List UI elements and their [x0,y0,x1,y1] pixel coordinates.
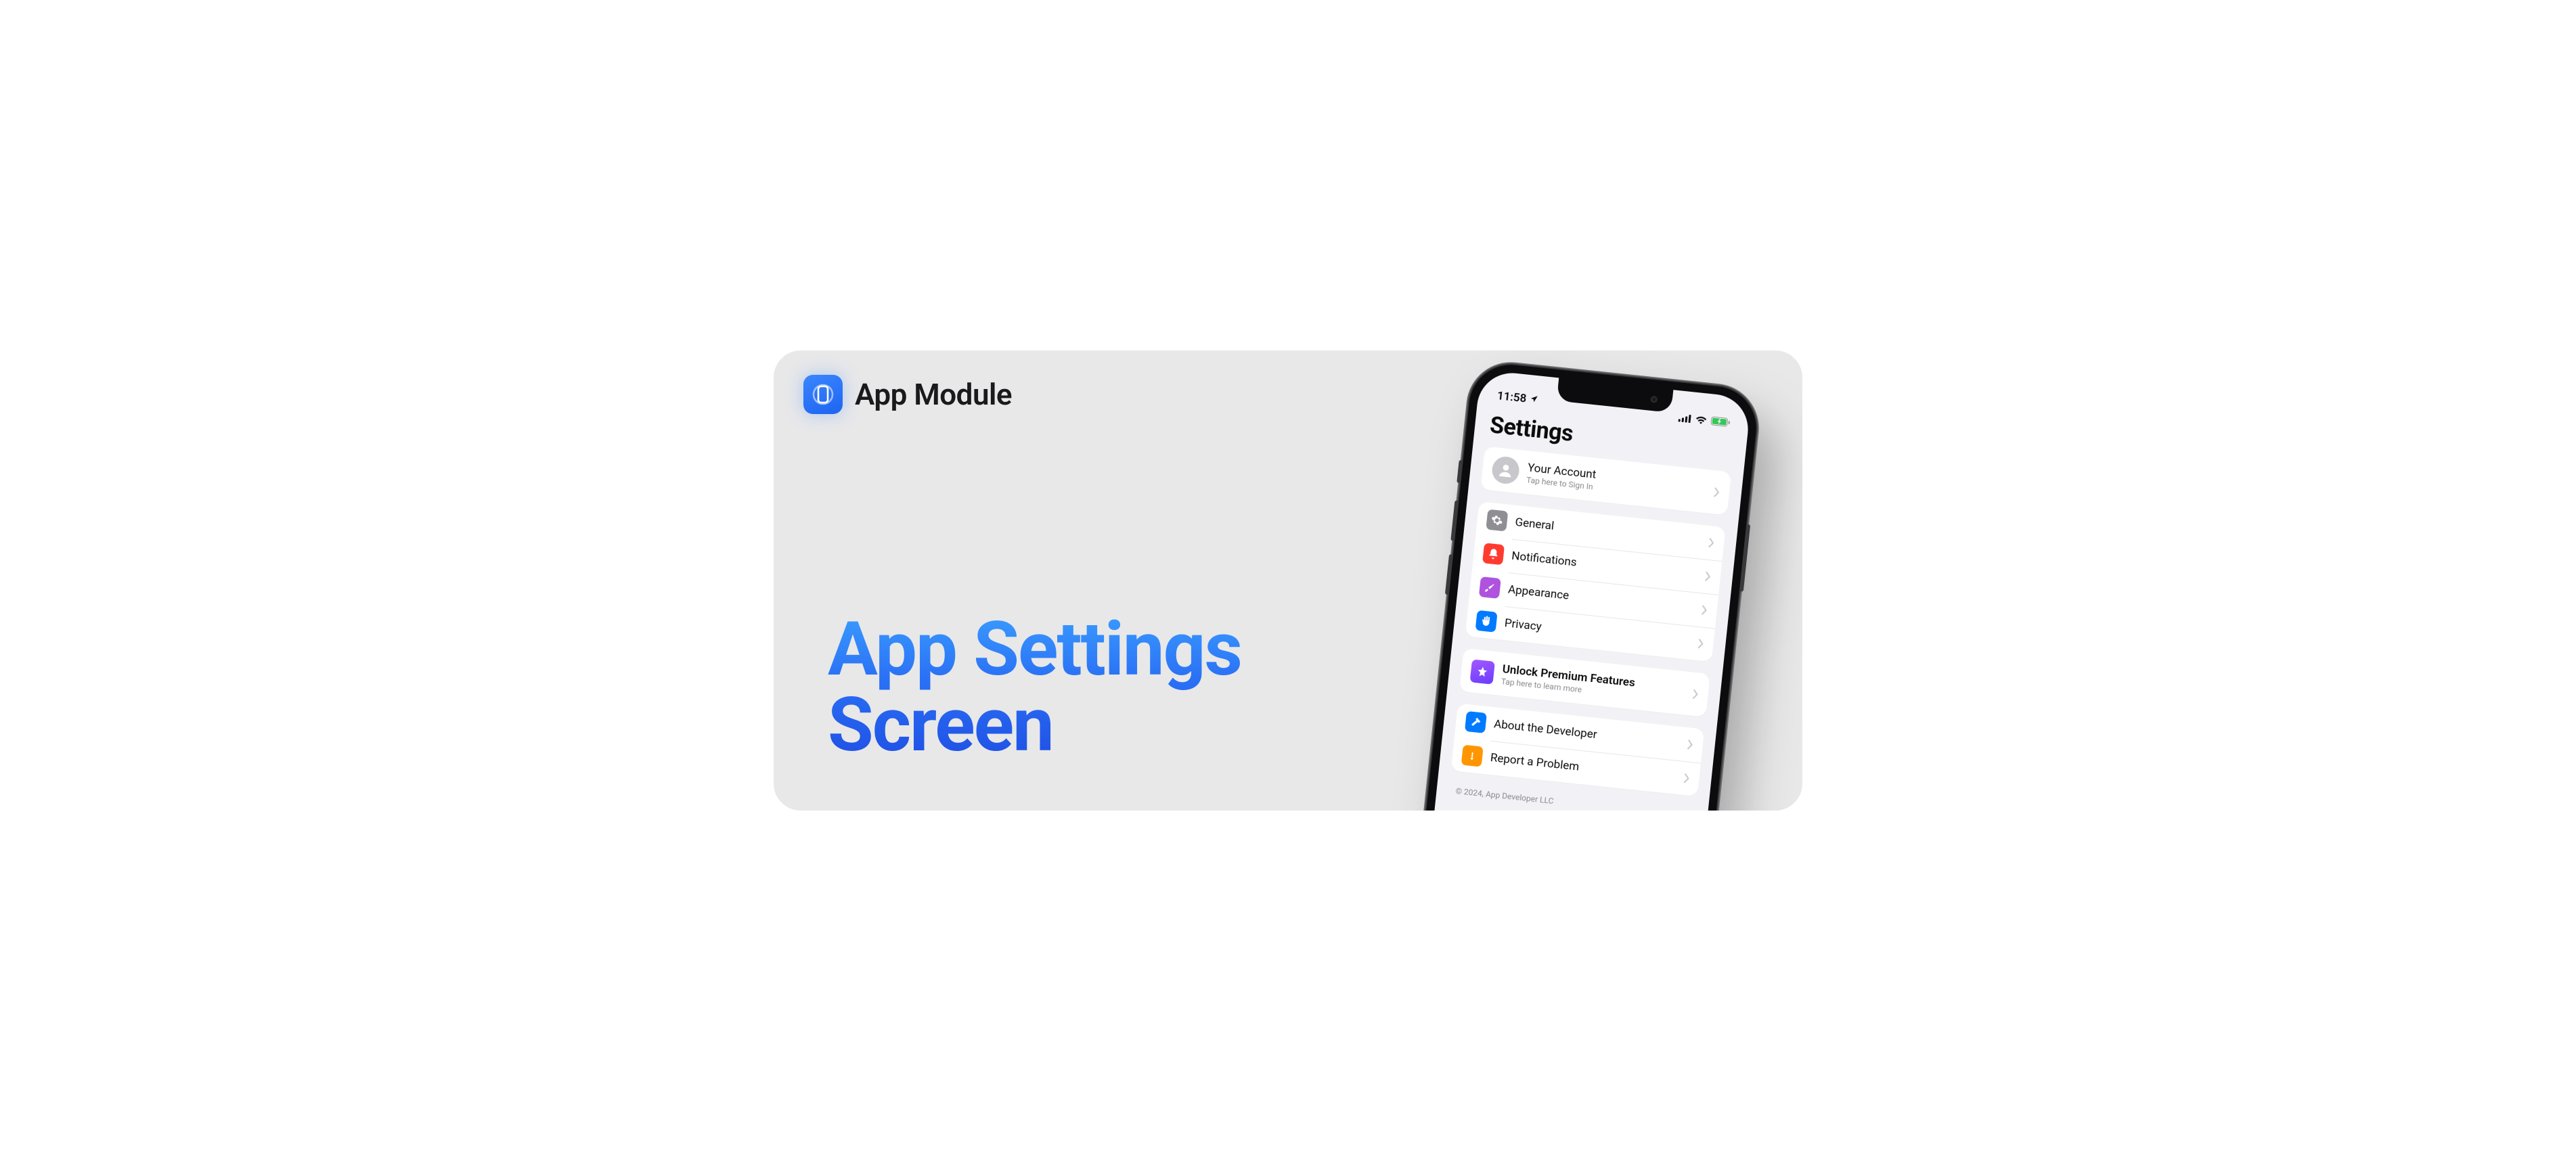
status-right [1678,413,1730,427]
app-module-icon [803,375,843,414]
settings-page: Settings Your Account Tap here to Sign I… [1434,403,1748,811]
avatar-icon [1491,455,1521,485]
phone-screen: 11:58 [1421,369,1752,811]
chevron-right-icon [1698,639,1704,649]
star-icon [1470,659,1495,684]
chevron-right-icon [1714,487,1720,497]
group-info: About the Developer Report a Problem [1451,704,1704,797]
phone-volume-up [1450,500,1459,541]
hero-title-line2: Screen [828,681,1053,769]
chevron-right-icon [1687,739,1693,750]
hand-raised-icon [1475,610,1498,633]
front-camera-icon [1650,396,1658,403]
phone-power-button [1739,524,1750,592]
chevron-right-icon [1702,605,1708,615]
status-left: 11:58 [1496,389,1539,407]
brand-label: App Module [855,377,1012,412]
group-main: General Notifications [1465,501,1726,662]
phone-mockup: 11:58 [1424,359,1775,811]
chevron-right-icon [1708,538,1714,548]
hammer-icon [1465,711,1487,733]
chevron-right-icon [1693,689,1699,700]
location-icon [1530,392,1539,407]
hero-title: App Settings Screen [828,612,1241,763]
status-time: 11:58 [1496,389,1527,405]
phone-mute-switch [1457,460,1463,483]
paintbrush-icon [1479,576,1501,599]
phone-volume-down [1445,554,1453,595]
brand-header: App Module [803,375,1012,414]
phone-body: 11:58 [1411,359,1762,811]
chevron-right-icon [1705,572,1711,582]
gear-icon [1486,509,1508,532]
hero-title-line1: App Settings [828,606,1241,693]
battery-icon [1710,416,1730,427]
cellular-icon [1679,413,1692,423]
chevron-right-icon [1684,773,1690,783]
bell-icon [1482,543,1505,565]
wifi-icon [1695,415,1707,424]
warning-icon [1461,745,1484,767]
promo-card: App Module App Settings Screen 11:58 [774,350,1802,811]
